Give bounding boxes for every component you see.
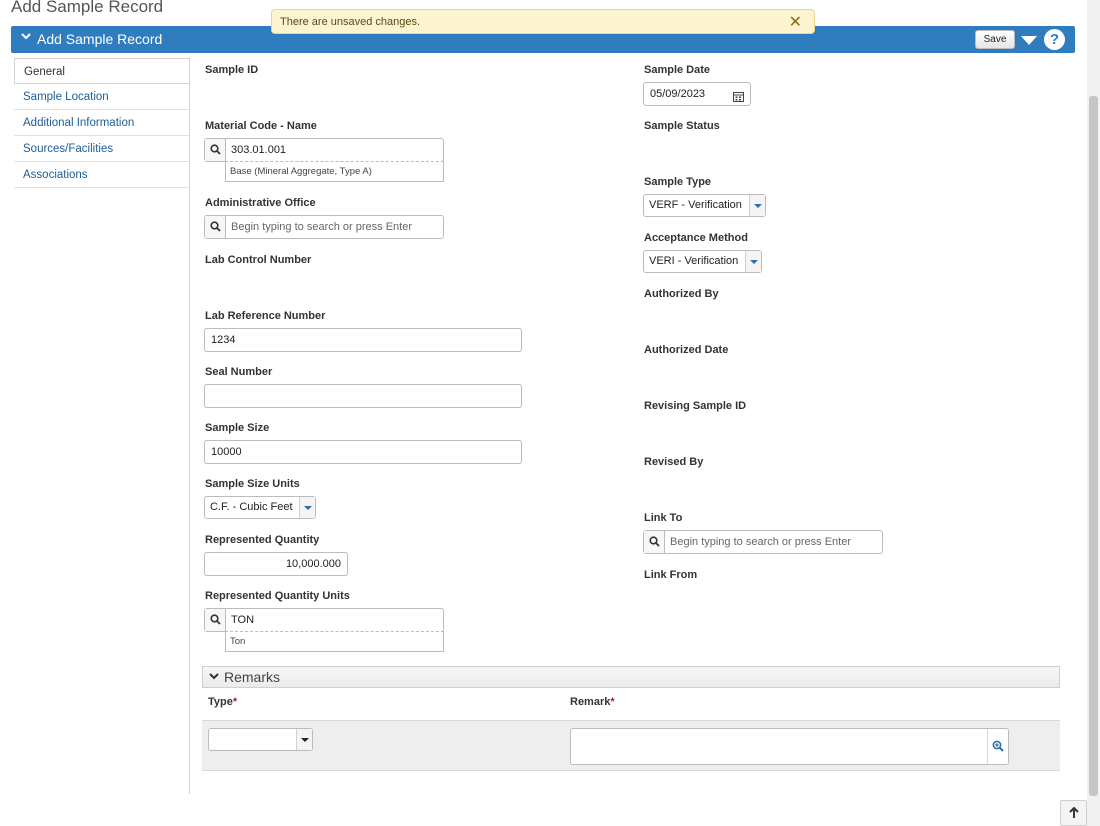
remark-header-text: Remark	[570, 696, 611, 708]
represented-quantity-units-description: Ton	[225, 631, 444, 652]
material-code-field[interactable]: 303.01.001	[204, 138, 444, 162]
sample-status-label: Sample Status	[644, 120, 720, 132]
acceptance-method-value: VERI - Verification	[649, 255, 739, 267]
link-to-label: Link To	[644, 512, 683, 524]
save-button[interactable]: Save	[975, 30, 1015, 49]
sidebar-item-sources-facilities[interactable]: Sources/Facilities	[14, 136, 189, 162]
remarks-section-header[interactable]: Remarks	[202, 666, 1060, 688]
actions-menu-caret-icon[interactable]	[1021, 36, 1037, 45]
revised-by-label: Revised By	[644, 456, 704, 468]
required-marker: *	[610, 696, 615, 708]
scroll-to-top-button[interactable]	[1060, 800, 1087, 826]
unsaved-changes-alert: There are unsaved changes. ✕	[271, 9, 815, 34]
sample-size-units-value: C.F. - Cubic Feet	[210, 501, 293, 513]
sample-size-label: Sample Size	[205, 422, 270, 434]
link-to-placeholder: Begin typing to search or press Enter	[670, 536, 851, 548]
sample-id-label: Sample ID	[205, 64, 259, 76]
chevron-down-icon[interactable]	[745, 251, 761, 272]
seal-number-input[interactable]	[204, 384, 522, 408]
admin-office-placeholder: Begin typing to search or press Enter	[231, 221, 412, 233]
represented-quantity-units-value: TON	[231, 614, 255, 626]
scrollbar-thumb[interactable]	[1089, 96, 1098, 796]
represented-quantity-units-label: Represented Quantity Units	[205, 590, 350, 602]
arrow-up-icon	[1068, 806, 1079, 818]
sample-type-value: VERF - Verification	[649, 199, 742, 211]
help-icon[interactable]: ?	[1044, 29, 1065, 50]
remarks-title: Remarks	[224, 669, 281, 685]
search-icon[interactable]	[644, 531, 665, 553]
chevron-down-icon[interactable]	[749, 195, 765, 216]
remark-row	[202, 720, 1060, 771]
sample-date-value: 05/09/2023	[650, 88, 706, 100]
search-icon[interactable]	[205, 216, 226, 238]
link-from-label: Link From	[644, 569, 698, 581]
search-icon[interactable]	[205, 609, 226, 631]
search-icon[interactable]	[205, 139, 226, 161]
represented-quantity-label: Represented Quantity	[205, 534, 320, 546]
material-code-value: 303.01.001	[231, 144, 287, 156]
chevron-down-icon[interactable]	[299, 497, 315, 518]
admin-office-label: Administrative Office	[205, 197, 316, 209]
sample-size-input[interactable]: 10000	[204, 440, 522, 464]
page-title: Add Sample Record	[11, 0, 164, 16]
chevron-down-icon[interactable]	[296, 729, 312, 750]
lab-reference-number-input[interactable]: 1234	[204, 328, 522, 352]
sidebar-item-sample-location[interactable]: Sample Location	[14, 84, 189, 110]
required-marker: *	[232, 696, 238, 708]
remarks-type-header: Type*	[208, 696, 237, 708]
lab-reference-number-label: Lab Reference Number	[205, 310, 326, 322]
type-header-text: Type	[208, 696, 233, 708]
sample-date-input[interactable]: 05/09/2023	[643, 82, 751, 106]
link-to-field[interactable]: Begin typing to search or press Enter	[643, 530, 883, 554]
sample-size-units-label: Sample Size Units	[205, 478, 300, 490]
calendar-icon[interactable]	[733, 88, 744, 110]
represented-quantity-input[interactable]: 10,000.000	[204, 552, 348, 576]
admin-office-field[interactable]: Begin typing to search or press Enter	[204, 215, 444, 239]
alert-message: There are unsaved changes.	[280, 16, 421, 28]
material-code-label: Material Code - Name	[205, 120, 317, 132]
material-code-description: Base (Mineral Aggregate, Type A)	[225, 161, 444, 182]
sidebar-item-additional-information[interactable]: Additional Information	[14, 110, 189, 136]
acceptance-method-select[interactable]: VERI - Verification	[643, 250, 762, 273]
sidebar-nav: General Sample Location Additional Infor…	[14, 58, 190, 794]
sample-size-units-select[interactable]: C.F. - Cubic Feet	[204, 496, 316, 519]
sidebar-item-associations[interactable]: Associations	[14, 162, 189, 188]
remark-textarea[interactable]	[570, 728, 1009, 765]
lab-control-number-label: Lab Control Number	[205, 254, 312, 266]
represented-quantity-units-field[interactable]: TON	[204, 608, 444, 632]
sidebar-item-general[interactable]: General	[14, 58, 189, 84]
sample-date-label: Sample Date	[644, 64, 711, 76]
sample-type-select[interactable]: VERF - Verification	[643, 194, 766, 217]
remark-type-select[interactable]	[208, 728, 313, 751]
remarks-remark-header: Remark*	[570, 696, 615, 708]
sample-type-label: Sample Type	[644, 176, 712, 188]
revising-sample-id-label: Revising Sample ID	[644, 400, 747, 412]
vertical-scrollbar[interactable]	[1087, 0, 1100, 826]
close-icon[interactable]: ✕	[789, 12, 802, 32]
acceptance-method-label: Acceptance Method	[644, 232, 748, 244]
collapse-chevron-icon[interactable]	[21, 30, 31, 44]
seal-number-label: Seal Number	[205, 366, 273, 378]
chevron-down-icon[interactable]	[209, 671, 219, 684]
expand-zoom-icon[interactable]	[987, 729, 1008, 764]
header-title: Add Sample Record	[37, 31, 163, 47]
authorized-date-label: Authorized Date	[644, 344, 729, 356]
authorized-by-label: Authorized By	[644, 288, 719, 300]
